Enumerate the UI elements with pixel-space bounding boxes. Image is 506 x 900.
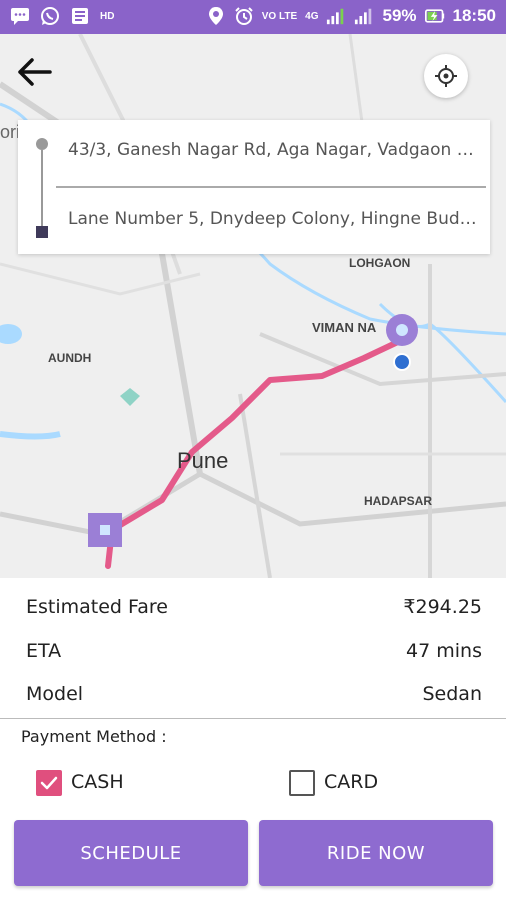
- clock-time: 18:50: [452, 6, 496, 25]
- fare-label: Estimated Fare: [26, 596, 168, 618]
- route-connector: [41, 150, 43, 226]
- network-4g-indicator: 4G: [305, 10, 319, 22]
- map-label-viman-nagar: VIMAN NA: [312, 320, 377, 335]
- message-icon: [10, 6, 30, 26]
- current-location-dot: [393, 353, 411, 371]
- battery-charging-icon: [424, 6, 445, 26]
- map-label-lohgaon: LOHGAON: [349, 256, 411, 270]
- address-divider: [56, 186, 486, 188]
- hd-indicator: HD: [100, 10, 115, 22]
- pickup-dot-icon: [36, 138, 48, 150]
- eta-value: 47 mins: [406, 640, 482, 662]
- whatsapp-icon: [40, 6, 60, 26]
- news-icon: [70, 6, 90, 26]
- model-value: Sedan: [422, 683, 483, 705]
- schedule-button[interactable]: SCHEDULE: [14, 820, 248, 886]
- pickup-address-field[interactable]: 43/3, Ganesh Nagar Rd, Aga Nagar, Vadgao…: [68, 140, 478, 160]
- arrow-left-icon: [18, 58, 52, 86]
- status-bar: HD VO LTE 4G 59% 18:50: [0, 0, 506, 34]
- map-view[interactable]: LOHGAON VIMAN NA AUNDH Pune HADAPSAR ori: [0, 34, 506, 578]
- fare-row: Estimated Fare ₹294.25: [26, 596, 482, 618]
- alarm-icon: [234, 6, 254, 26]
- model-label: Model: [26, 683, 84, 705]
- section-divider: [0, 718, 506, 719]
- cash-checkbox[interactable]: [36, 770, 62, 796]
- card-checkbox[interactable]: [289, 770, 315, 796]
- map-label-pune: Pune: [177, 448, 229, 473]
- cash-label[interactable]: CASH: [71, 771, 124, 793]
- eta-label: ETA: [26, 640, 62, 662]
- signal-2-icon: [354, 6, 374, 26]
- locate-me-button[interactable]: [424, 54, 468, 98]
- back-button[interactable]: [14, 52, 54, 92]
- map-label-aundh: AUNDH: [48, 351, 92, 365]
- drop-square-icon: [36, 226, 48, 238]
- map-label-hadapsar: HADAPSAR: [364, 494, 433, 508]
- checkmark-icon: [40, 776, 58, 790]
- drop-address-field[interactable]: Lane Number 5, Dnydeep Colony, Hingne Bu…: [68, 209, 478, 229]
- eta-row: ETA 47 mins: [26, 640, 482, 662]
- card-label[interactable]: CARD: [324, 771, 378, 793]
- battery-percent: 59%: [382, 6, 417, 25]
- volte-indicator: VO LTE: [261, 10, 298, 22]
- model-row: Model Sedan: [26, 683, 482, 705]
- map-label-edge-fragment: ori: [0, 122, 21, 142]
- location-icon: [206, 6, 226, 26]
- crosshair-icon: [435, 65, 457, 87]
- payment-method-label: Payment Method :: [21, 727, 167, 746]
- address-card: 43/3, Ganesh Nagar Rd, Aga Nagar, Vadgao…: [18, 120, 490, 254]
- fare-value: ₹294.25: [403, 596, 482, 618]
- ride-now-button[interactable]: RIDE NOW: [259, 820, 493, 886]
- signal-icon: [326, 6, 346, 26]
